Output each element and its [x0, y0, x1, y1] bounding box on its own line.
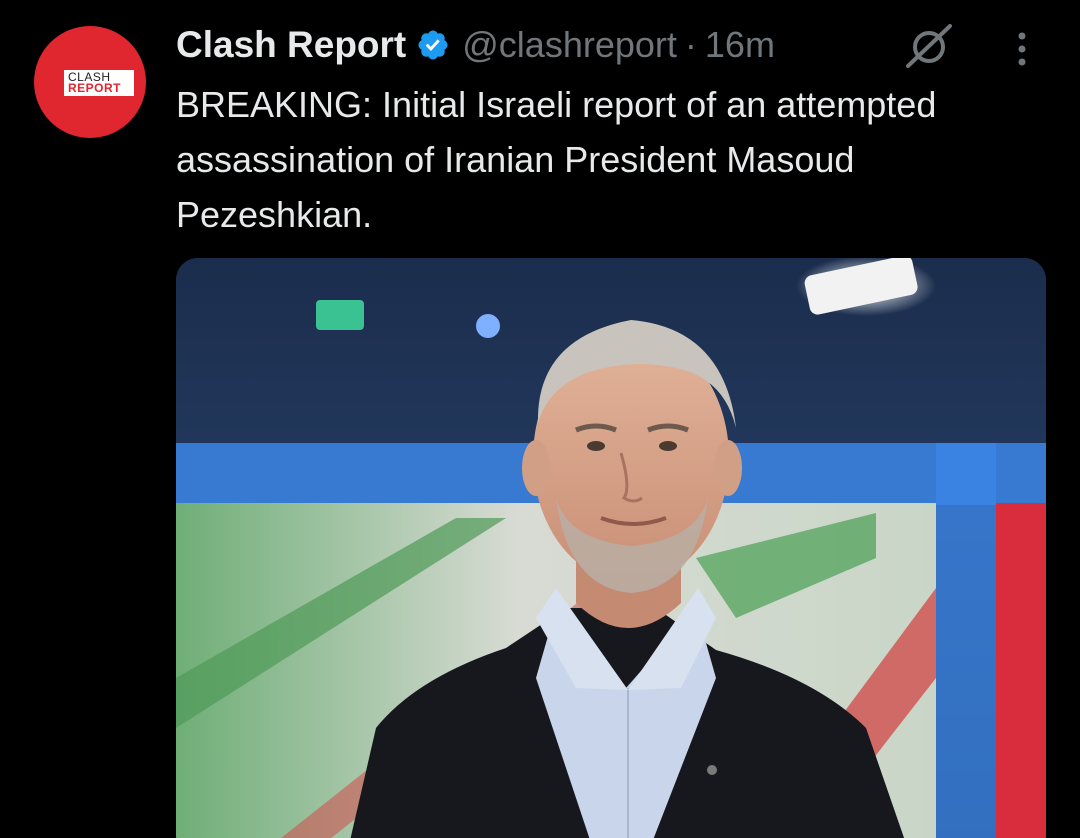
separator-dot: · [684, 24, 697, 65]
tweet-media-photo[interactable] [176, 258, 1046, 838]
avatar-logo-line2: REPORT [68, 81, 122, 95]
photo-illustration [176, 258, 1046, 838]
timestamp[interactable]: 16m [705, 24, 775, 66]
tweet[interactable]: CLASH REPORT Clash Report @clashreport ·… [0, 0, 1080, 838]
more-options-icon[interactable] [1010, 30, 1034, 70]
tweet-header: Clash Report @clashreport · 16m [176, 22, 775, 68]
grok-icon[interactable] [904, 24, 954, 68]
tweet-text: BREAKING: Initial Israeli report of an a… [176, 84, 937, 235]
verified-badge-icon [418, 30, 448, 60]
display-name[interactable]: Clash Report [176, 24, 406, 66]
avatar[interactable]: CLASH REPORT [34, 26, 146, 138]
avatar-logo: CLASH REPORT [64, 70, 134, 96]
handle[interactable]: @clashreport [462, 24, 677, 66]
